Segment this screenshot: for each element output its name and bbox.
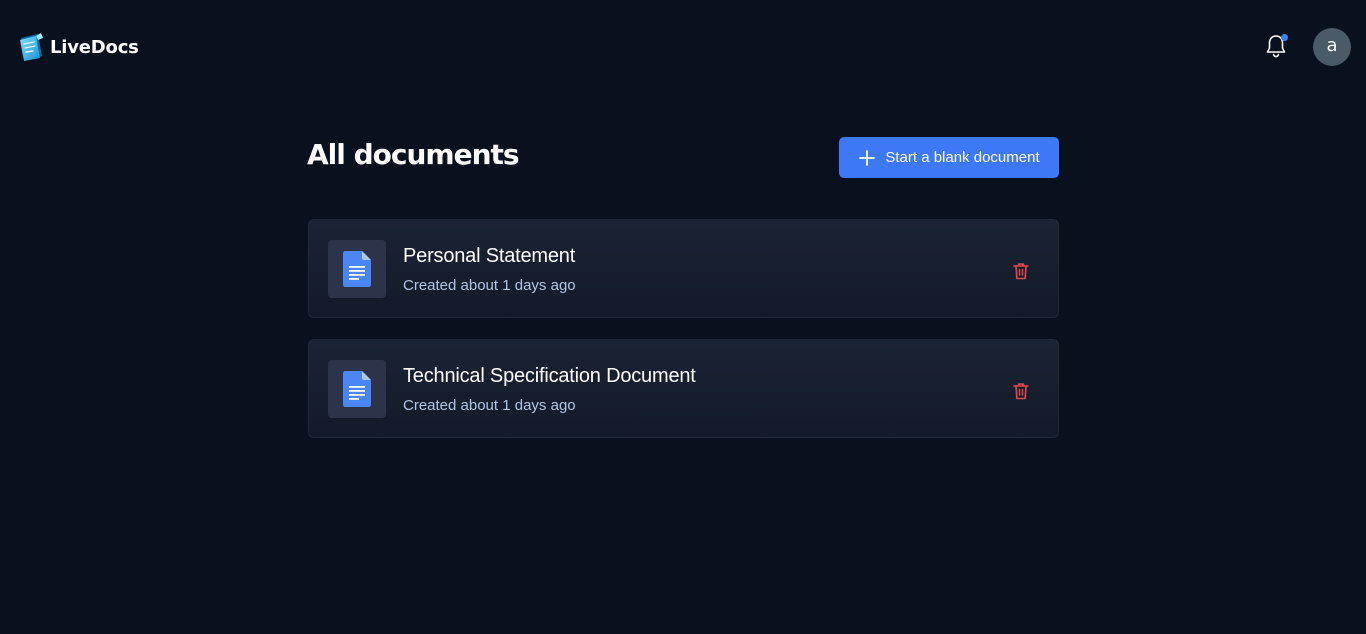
notifications-button[interactable] (1264, 33, 1290, 61)
start-blank-document-label: Start a blank document (885, 149, 1040, 166)
page-title: All documents (307, 138, 520, 171)
top-bar: LiveDocs a (0, 0, 1366, 94)
delete-document-button[interactable] (1011, 261, 1031, 281)
app-logo[interactable]: LiveDocs (18, 32, 139, 62)
plus-icon (859, 149, 876, 166)
notification-unread-dot (1281, 34, 1288, 41)
trash-icon (1013, 383, 1029, 400)
doc-file-icon (343, 371, 371, 407)
start-blank-document-button[interactable]: Start a blank document (839, 137, 1059, 178)
document-thumbnail (328, 240, 386, 298)
avatar-letter: a (1326, 35, 1338, 56)
document-thumbnail (328, 360, 386, 418)
user-avatar[interactable]: a (1313, 28, 1351, 66)
document-created-time: Created about 1 days ago (403, 277, 576, 294)
document-card[interactable]: Technical Specification Document Created… (308, 339, 1059, 438)
app-name: LiveDocs (50, 36, 139, 58)
delete-document-button[interactable] (1011, 381, 1031, 401)
livedocs-logo-icon (20, 33, 43, 61)
document-title: Technical Specification Document (403, 365, 696, 387)
document-card[interactable]: Personal Statement Created about 1 days … (308, 219, 1059, 318)
document-created-time: Created about 1 days ago (403, 397, 576, 414)
trash-icon (1013, 263, 1029, 280)
doc-file-icon (343, 251, 371, 287)
document-title: Personal Statement (403, 245, 576, 267)
